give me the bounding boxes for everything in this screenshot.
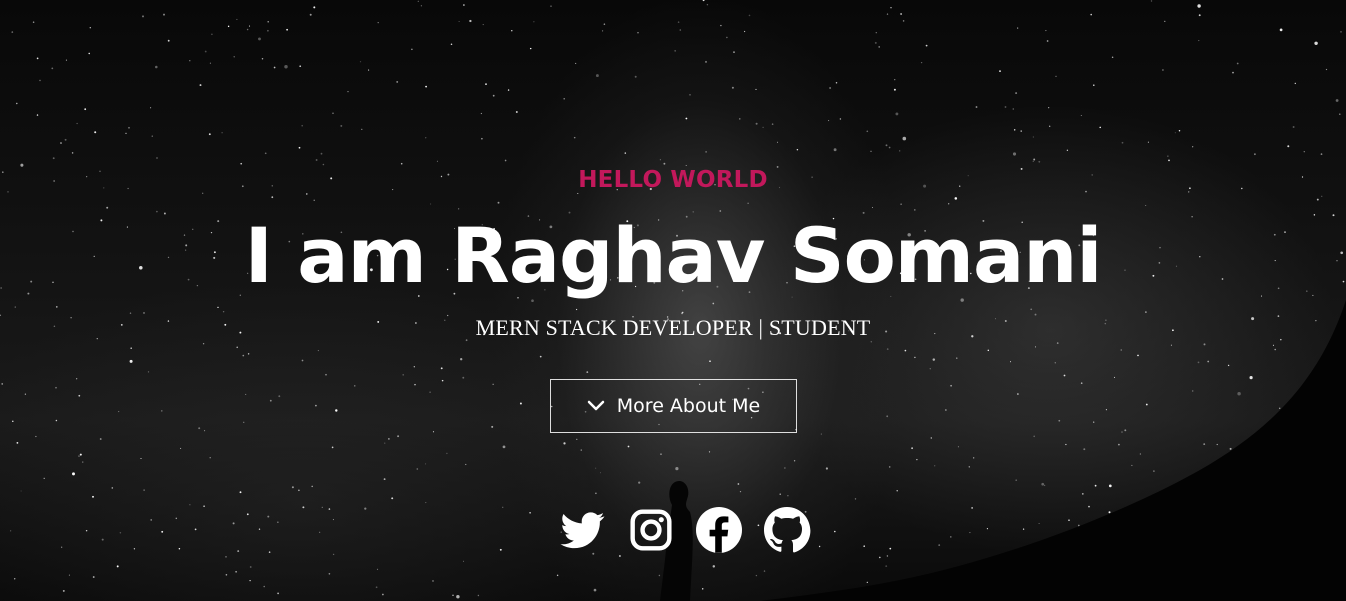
github-icon xyxy=(764,507,811,553)
more-about-me-label: More About Me xyxy=(616,395,761,417)
more-about-me-button[interactable]: More About Me xyxy=(550,379,797,433)
instagram-icon xyxy=(630,509,672,551)
facebook-link[interactable] xyxy=(694,505,744,555)
chevron-down-icon xyxy=(587,400,605,411)
hero-section: HELLO WORLD I am Raghav Somani MERN STAC… xyxy=(0,0,1346,601)
github-link[interactable] xyxy=(762,505,812,555)
hero-eyebrow: HELLO WORLD xyxy=(578,167,768,193)
instagram-link[interactable] xyxy=(626,505,676,555)
twitter-icon xyxy=(560,512,605,549)
social-links xyxy=(558,505,812,555)
facebook-icon xyxy=(696,507,742,553)
hero-title: I am Raghav Somani xyxy=(244,211,1103,300)
hero-subtitle: MERN STACK DEVELOPER | STUDENT xyxy=(475,315,871,340)
twitter-link[interactable] xyxy=(558,505,608,555)
